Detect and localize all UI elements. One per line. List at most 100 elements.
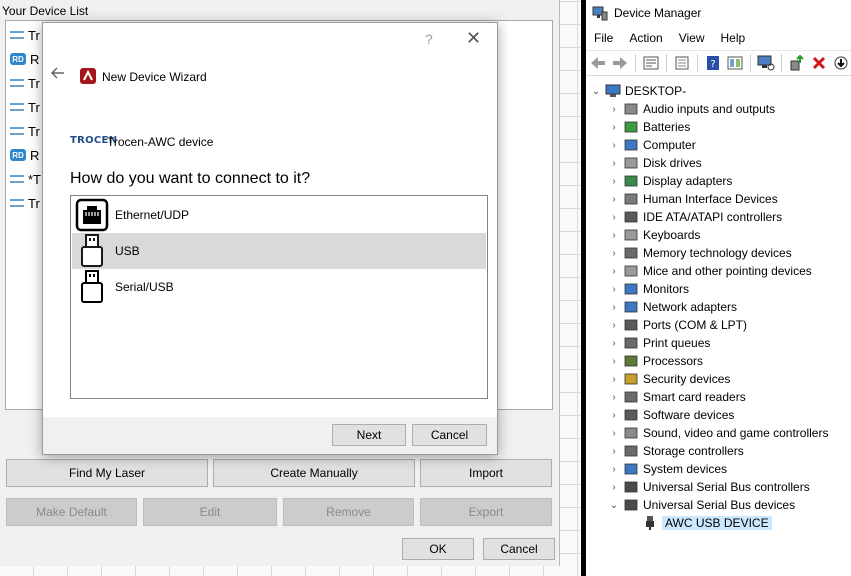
wizard-cancel-button[interactable]: Cancel (412, 424, 487, 446)
device-list-item[interactable]: *T (10, 168, 41, 190)
tree-category[interactable]: › Monitors (609, 280, 689, 298)
scan-hardware-icon[interactable] (756, 53, 776, 73)
cancel-button[interactable]: Cancel (483, 538, 555, 560)
menu-file[interactable]: File (586, 28, 621, 48)
expand-chevron-icon[interactable]: › (609, 320, 619, 331)
tree-category[interactable]: › IDE ATA/ATAPI controllers (609, 208, 782, 226)
storage-icon (623, 444, 639, 458)
tree-category[interactable]: › Universal Serial Bus controllers (609, 478, 809, 496)
expand-chevron-icon[interactable]: › (609, 338, 619, 349)
connection-option-ethernet[interactable]: Ethernet/UDP (72, 197, 486, 233)
device-list-item[interactable]: Tr (10, 72, 40, 94)
expand-chevron-icon[interactable]: › (609, 140, 619, 151)
device-list-item[interactable]: Tr (10, 192, 40, 214)
device-list-item[interactable]: Tr (10, 120, 40, 142)
expand-chevron-icon[interactable]: › (609, 446, 619, 457)
ok-button[interactable]: OK (402, 538, 474, 560)
back-icon[interactable] (588, 53, 608, 73)
expand-chevron-icon[interactable]: › (609, 302, 619, 313)
tree-category[interactable]: › Disk drives (609, 154, 701, 172)
tree-category[interactable]: › Audio inputs and outputs (609, 100, 775, 118)
new-device-wizard-dialog: ? ✕ New Device Wizard TROCEN Trocen-AWC … (42, 22, 498, 455)
menu-view[interactable]: View (671, 28, 713, 48)
menu-help[interactable]: Help (713, 28, 754, 48)
expand-chevron-icon[interactable]: › (609, 392, 619, 403)
menu-action[interactable]: Action (621, 28, 670, 48)
tree-category[interactable]: › Network adapters (609, 298, 737, 316)
expand-chevron-icon[interactable]: › (609, 230, 619, 241)
tree-category[interactable]: › Keyboards (609, 226, 700, 244)
trocen-icon (10, 79, 24, 87)
expand-chevron-icon[interactable]: › (609, 266, 619, 277)
help-icon[interactable]: ? (425, 31, 433, 47)
tree-category[interactable]: › Security devices (609, 370, 730, 388)
create-manually-button[interactable]: Create Manually (213, 459, 415, 487)
close-icon[interactable]: ✕ (466, 28, 481, 49)
expand-chevron-icon[interactable]: › (609, 248, 619, 259)
connection-option-usb[interactable]: USB (72, 233, 486, 269)
export-button[interactable]: Export (420, 498, 552, 526)
list-view-icon[interactable] (672, 53, 692, 73)
expand-chevron-icon[interactable]: › (609, 104, 619, 115)
expand-chevron-icon[interactable]: › (609, 374, 619, 385)
device-list-item[interactable]: Tr (10, 96, 40, 118)
connection-question: How do you want to connect to it? (70, 170, 311, 187)
expand-chevron-icon[interactable]: › (609, 212, 619, 223)
tree-category[interactable]: › Sound, video and game controllers (609, 424, 828, 442)
tree-category[interactable]: › Software devices (609, 406, 734, 424)
tree-category[interactable]: › Print queues (609, 334, 710, 352)
toolbar: ? (586, 50, 851, 76)
processor-icon (623, 354, 639, 368)
device-list-item[interactable]: RD R (10, 48, 39, 70)
device-list-item[interactable]: RD R (10, 144, 39, 166)
remove-button[interactable]: Remove (283, 498, 414, 526)
device-manager-titlebar: Device Manager (586, 0, 851, 26)
expand-chevron-icon[interactable]: › (609, 464, 619, 475)
connection-type-list[interactable]: Ethernet/UDP USB Serial/USB (70, 195, 488, 399)
display-adapter-icon (623, 174, 639, 188)
expand-chevron-icon[interactable]: › (609, 284, 619, 295)
tree-category[interactable]: › Storage controllers (609, 442, 743, 460)
menu-bar: File Action View Help (586, 28, 753, 48)
expand-chevron-icon[interactable]: › (609, 428, 619, 439)
device-list-item[interactable]: Tr (10, 24, 40, 46)
disable-device-icon[interactable] (831, 53, 851, 73)
connection-option-serial-usb[interactable]: Serial/USB (72, 269, 486, 305)
expand-chevron-icon[interactable]: › (609, 158, 619, 169)
make-default-button[interactable]: Make Default (6, 498, 137, 526)
tree-category[interactable]: › System devices (609, 460, 727, 478)
tree-device-awc-usb[interactable]: AWC USB DEVICE (638, 514, 772, 532)
forward-icon[interactable] (610, 53, 630, 73)
tree-category[interactable]: ⌄ Universal Serial Bus devices (609, 496, 795, 514)
collapse-chevron-icon[interactable]: ⌄ (591, 86, 601, 97)
tree-category[interactable]: › Memory technology devices (609, 244, 791, 262)
expand-chevron-icon[interactable]: › (609, 176, 619, 187)
tree-category[interactable]: › Computer (609, 136, 695, 154)
uninstall-icon[interactable] (809, 53, 829, 73)
next-button[interactable]: Next (332, 424, 406, 446)
tree-category[interactable]: › Ports (COM & LPT) (609, 316, 747, 334)
import-button[interactable]: Import (420, 459, 552, 487)
tree-category[interactable]: › Display adapters (609, 172, 732, 190)
tree-category[interactable]: › Batteries (609, 118, 690, 136)
wizard-title: New Device Wizard (102, 70, 207, 84)
edit-button[interactable]: Edit (143, 498, 277, 526)
smart-card-icon (623, 390, 639, 404)
collapse-chevron-icon[interactable]: ⌄ (609, 500, 619, 511)
tree-root[interactable]: ⌄ DESKTOP- (591, 82, 686, 100)
expand-chevron-icon[interactable]: › (609, 356, 619, 367)
back-arrow-icon[interactable] (51, 66, 65, 80)
expand-chevron-icon[interactable]: › (609, 482, 619, 493)
tree-category[interactable]: › Mice and other pointing devices (609, 262, 811, 280)
update-driver-icon[interactable] (787, 53, 807, 73)
expand-chevron-icon[interactable]: › (609, 122, 619, 133)
find-my-laser-button[interactable]: Find My Laser (6, 459, 208, 487)
help-icon[interactable]: ? (703, 53, 723, 73)
tree-category[interactable]: › Human Interface Devices (609, 190, 777, 208)
tree-category[interactable]: › Processors (609, 352, 703, 370)
expand-chevron-icon[interactable]: › (609, 194, 619, 205)
expand-chevron-icon[interactable]: › (609, 410, 619, 421)
properties-icon[interactable] (641, 53, 661, 73)
resource-view-icon[interactable] (725, 53, 745, 73)
tree-category[interactable]: › Smart card readers (609, 388, 745, 406)
